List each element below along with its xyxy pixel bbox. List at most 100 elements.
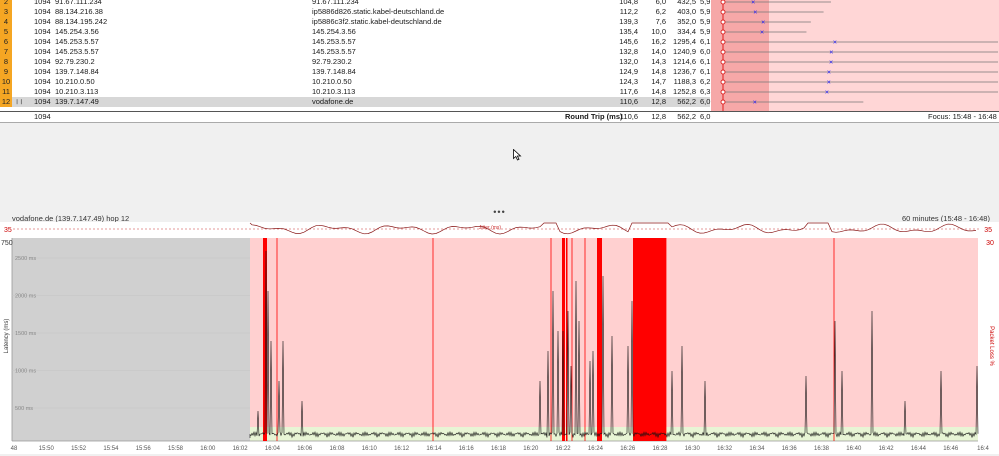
table-row[interactable]: 12 1094 139.7.147.49 vodafone.de 110,6 12,8 56… [0,97,710,107]
hop-number: 8 [0,57,12,67]
table-row[interactable]: 11 1094 10.210.3.113 10.210.3.113 117,6 14,8 1… [0,87,710,97]
cur-cell: 1295,4 [673,37,696,46]
table-row[interactable]: 4 1094 88.134.195.242 ip5886c3f2.static.kab… [0,17,710,27]
table-row[interactable]: 7 1094 145.253.5.57 145.253.5.57 132,8 14,0 12… [0,47,710,57]
jitter-max-label: 35 [4,227,12,234]
table-row[interactable]: 9 1094 139.7.148.84 139.7.148.84 124,9 14,8 12… [0,67,710,77]
table-row[interactable]: 5 1094 145.254.3.56 145.254.3.56 135,4 10,0 33… [0,27,710,37]
table-row[interactable]: 10 1094 10.210.0.50 10.210.0.50 124,3 14,7 118… [0,77,710,87]
packet-loss-cell: 5,9 [700,0,711,6]
min-point [720,39,726,45]
packet-loss-cell: 5,9 [700,7,711,16]
avg-cell: 117,6 [619,87,638,96]
avg-marker: × [753,100,757,107]
min-point [720,19,726,25]
min-cell: 14,8 [651,87,666,96]
x-tick-label: 16:32 [717,446,733,452]
hostname-cell: 139.7.148.84 [312,67,356,76]
loss-highlight [711,0,769,111]
x-tick-label: 16:08 [329,446,345,452]
hostname-cell: 10.210.0.50 [312,77,352,86]
packet-loss-cell: 5,9 [700,27,711,36]
table-row[interactable]: 8 1094 92.79.230.2 92.79.230.2 132,0 14,3 1214… [0,57,710,67]
min-point [720,69,726,75]
packet-loss-cell: 6,2 [700,77,711,86]
x-tick-label: 16:36 [782,446,798,452]
hostname-cell: vodafone.de [312,97,354,106]
avg-marker: × [761,20,765,27]
x-tick-label: 16:04 [265,446,281,452]
count-cell: 1094 [34,97,51,106]
min-cell: 14,7 [651,77,666,86]
packet-loss-cell: 6,3 [700,87,711,96]
cur-cell: 1188,3 [673,77,696,86]
x-tick-label: 15:56 [136,446,152,452]
avg-marker: × [829,50,833,57]
cur-cell: 432,5 [677,0,696,6]
avg-cell: 145,6 [619,37,638,46]
x-tick-label: 16:4 [977,446,989,452]
avg-marker: × [833,40,837,47]
ip-cell: 91.67.111.234 [55,0,102,6]
min-cell: 6,2 [655,7,666,16]
y-tick-label: 2500 ms [15,256,36,262]
avg-cell: 104,8 [619,0,638,6]
table-row[interactable]: 6 1094 145.253.5.57 145.253.5.57 145,6 16,2 12… [0,37,710,47]
min-point [720,0,726,5]
packet-loss-bar [597,238,602,441]
focus-range: Focus: 15:48 - 16:48 [928,112,997,121]
avg-cell: 132,8 [619,47,638,56]
graph-icon: ❙❙ [15,99,24,105]
avg-marker: × [753,10,757,17]
min-cell: 14,8 [651,67,666,76]
table-row[interactable]: 3 1094 88.134.216.38 ip5886d826.static.kabe… [0,7,710,17]
hostname-cell: 91.67.111.234 [312,0,359,6]
hop-number: 2 [0,0,12,7]
y-tick-label: 2000 ms [15,294,36,300]
ip-cell: 145.254.3.56 [55,27,99,36]
count-cell: 1094 [34,67,51,76]
min-cell: 14,3 [651,57,666,66]
x-tick-label: 15:50 [39,446,55,452]
ip-cell: 139.7.148.84 [55,67,99,76]
x-tick-label: 16:00 [200,446,216,452]
packet-loss-cell: 6,1 [700,37,711,46]
packet-loss-bar [633,238,666,441]
hop-number: 9 [0,67,12,77]
cur-cell: 352,0 [677,17,696,26]
min-cell: 12,8 [651,97,666,106]
mouse-cursor-icon [513,149,522,161]
min-cell: 14,0 [651,47,666,56]
footer-cur: 562,2 [677,112,696,121]
ip-cell: 88.134.195.242 [55,17,108,26]
avg-marker: × [827,80,831,87]
hostname-cell: 145.253.5.57 [312,37,356,46]
x-tick-label: 16:22 [556,446,572,452]
avg-marker: × [827,70,831,77]
hostname-cell: 145.254.3.56 [312,27,356,36]
y-tick-label: 500 ms [15,406,33,412]
avg-cell: 135,4 [619,27,638,36]
x-tick-label: 16:34 [749,446,765,452]
table-row[interactable]: 2 1094 91.67.111.234 91.67.111.234 104,8 6,0 4… [0,0,710,7]
latency-range-graph: ××××××××××× [711,0,998,111]
packet-loss-cell: 6,1 [700,57,711,66]
count-cell: 1094 [34,77,51,86]
count-cell: 1094 [34,87,51,96]
y-tick-label: 1000 ms [15,369,36,375]
jitter-strip: 35 35 Jitter (ms) [0,222,999,237]
min-cell: 16,2 [651,37,666,46]
ip-cell: 139.7.147.49 [55,97,99,106]
hop-number: 5 [0,27,12,37]
count-cell: 1094 [34,17,51,26]
min-cell: 10,0 [651,27,666,36]
x-tick-label: 16:40 [846,446,862,452]
ip-cell: 92.79.230.2 [55,57,95,66]
latency-graph-column: × × × × × × × × × × × [711,0,999,111]
x-tick-label: 16:16 [459,446,475,452]
hop-number: 4 [0,17,12,27]
hop-number: 6 [0,37,12,47]
x-tick-label: 16:44 [911,446,927,452]
ip-cell: 88.134.216.38 [55,7,103,16]
x-tick-label: 16:42 [879,446,895,452]
